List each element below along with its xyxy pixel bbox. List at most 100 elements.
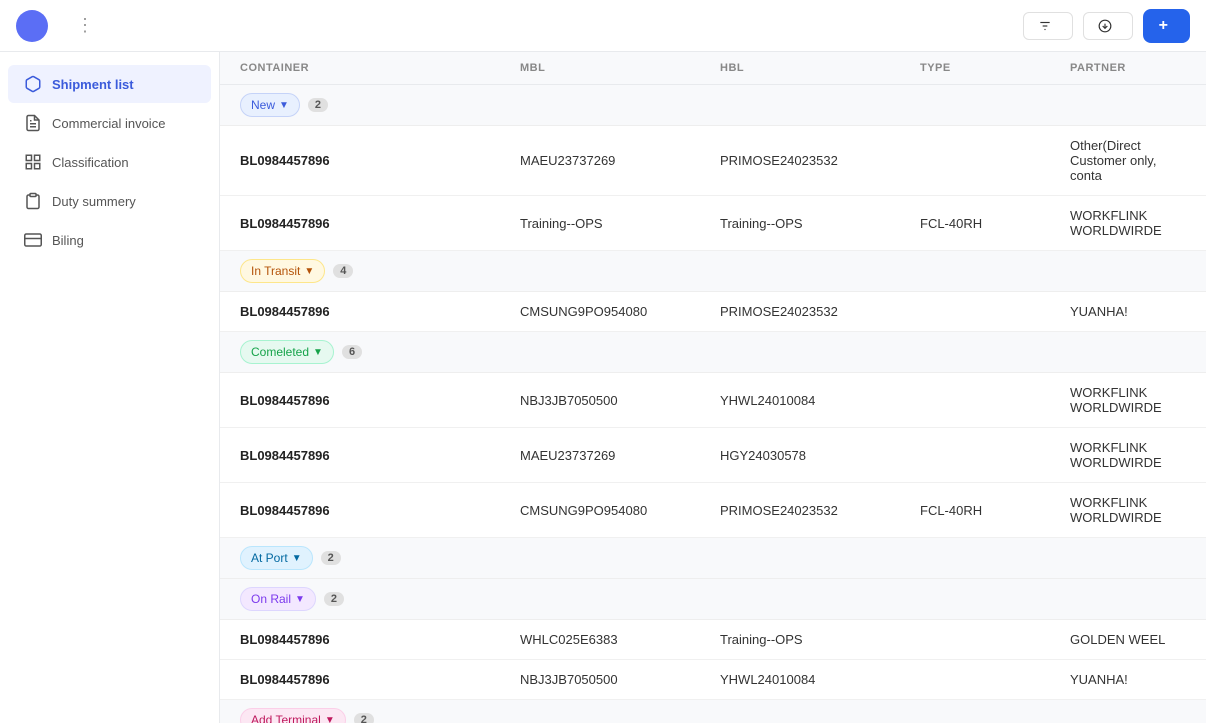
sidebar-item-label: Classification	[52, 155, 129, 170]
hbl-value: Training--OPS	[720, 632, 920, 647]
partner-value: YUANHA!	[1070, 672, 1186, 687]
chevron-icon: ▼	[304, 266, 314, 277]
container-id: BL0984457896	[240, 216, 520, 231]
status-group-add-terminal: Add Terminal ▼ 2	[220, 700, 1206, 723]
group-count: 2	[308, 98, 328, 112]
table-body: New ▼ 2 BL0984457896 MAEU23737269 PRIMOSE…	[220, 85, 1206, 723]
badge-add-terminal[interactable]: Add Terminal ▼	[240, 708, 346, 723]
chevron-icon: ▼	[325, 715, 335, 723]
chevron-icon: ▼	[292, 553, 302, 564]
status-group-on-rail: On Rail ▼ 2	[220, 579, 1206, 620]
badge-on-rail[interactable]: On Rail ▼	[240, 587, 316, 611]
partner-value: WORKFLINK WORLDWIRDE	[1070, 440, 1186, 470]
filters-button[interactable]	[1023, 12, 1073, 40]
table-container: CONTAINER MBL HBL TYPE PARTNER New ▼ 2 BL…	[220, 52, 1206, 723]
main-layout: Shipment list Commercial invoice Classif…	[0, 52, 1206, 723]
sidebar-item-classification[interactable]: Classification	[8, 143, 211, 181]
top-header: ⋮ +	[0, 0, 1206, 52]
status-group-in-transit: In Transit ▼ 4	[220, 251, 1206, 292]
table-header: CONTAINER MBL HBL TYPE PARTNER	[220, 52, 1206, 85]
mbl-value: CMSUNG9PO954080	[520, 304, 720, 319]
badge-in-transit[interactable]: In Transit ▼	[240, 259, 325, 283]
sidebar-item-label: Commercial invoice	[52, 116, 165, 131]
table-row[interactable]: BL0984457896 NBJ3JB7050500 YHWL24010084 …	[220, 660, 1206, 700]
header-left: ⋮	[16, 10, 94, 42]
hbl-value: YHWL24010084	[720, 672, 920, 687]
type-value: FCL-40RH	[920, 216, 1070, 231]
filter-icon	[1038, 19, 1052, 33]
hbl-value: YHWL24010084	[720, 393, 920, 408]
grid-icon	[24, 153, 42, 171]
type-value: FCL-40RH	[920, 503, 1070, 518]
col-partner: PARTNER	[1070, 62, 1186, 74]
chevron-icon: ▼	[279, 100, 289, 111]
status-group-at-port: At Port ▼ 2	[220, 538, 1206, 579]
user-avatar	[16, 10, 48, 42]
sidebar-item-billing[interactable]: Biling	[8, 221, 211, 259]
sidebar-item-label: Biling	[52, 233, 84, 248]
content-area: CONTAINER MBL HBL TYPE PARTNER New ▼ 2 BL…	[220, 52, 1206, 723]
status-group-completed: Comeleted ▼ 6	[220, 332, 1206, 373]
mbl-value: WHLC025E6383	[520, 632, 720, 647]
sidebar-item-commercial-invoice[interactable]: Commercial invoice	[8, 104, 211, 142]
table-row[interactable]: BL0984457896 CMSUNG9PO954080 PRIMOSE2402…	[220, 292, 1206, 332]
export-button[interactable]	[1083, 12, 1133, 40]
group-count: 2	[324, 592, 344, 606]
partner-value: WORKFLINK WORLDWIRDE	[1070, 385, 1186, 415]
container-id: BL0984457896	[240, 632, 520, 647]
container-id: BL0984457896	[240, 448, 520, 463]
partner-value: WORKFLINK WORLDWIRDE	[1070, 495, 1186, 525]
col-hbl: HBL	[720, 62, 920, 74]
file-text-icon	[24, 114, 42, 132]
new-shipment-button[interactable]: +	[1143, 9, 1190, 43]
hbl-value: HGY24030578	[720, 448, 920, 463]
partner-value: YUANHA!	[1070, 304, 1186, 319]
col-type: TYPE	[920, 62, 1070, 74]
credit-card-icon	[24, 231, 42, 249]
group-count: 4	[333, 264, 353, 278]
container-id: BL0984457896	[240, 153, 520, 168]
chevron-icon: ▼	[313, 347, 323, 358]
mbl-value: CMSUNG9PO954080	[520, 503, 720, 518]
sidebar: Shipment list Commercial invoice Classif…	[0, 52, 220, 723]
plus-icon: +	[1159, 17, 1168, 35]
table-row[interactable]: BL0984457896 MAEU23737269 HGY24030578 WO…	[220, 428, 1206, 483]
header-right: +	[1023, 9, 1190, 43]
export-icon	[1098, 19, 1112, 33]
hbl-value: PRIMOSE24023532	[720, 503, 920, 518]
sidebar-item-label: Shipment list	[52, 77, 134, 92]
mbl-value: MAEU23737269	[520, 448, 720, 463]
sidebar-item-shipment-list[interactable]: Shipment list	[8, 65, 211, 103]
mbl-value: NBJ3JB7050500	[520, 672, 720, 687]
container-id: BL0984457896	[240, 503, 520, 518]
badge-completed[interactable]: Comeleted ▼	[240, 340, 334, 364]
layout-toggle-icon[interactable]: ⋮	[76, 15, 94, 36]
badge-new[interactable]: New ▼	[240, 93, 300, 117]
table-row[interactable]: BL0984457896 Training--OPS Training--OPS…	[220, 196, 1206, 251]
clipboard-icon	[24, 192, 42, 210]
container-id: BL0984457896	[240, 672, 520, 687]
partner-value: WORKFLINK WORLDWIRDE	[1070, 208, 1186, 238]
mbl-value: MAEU23737269	[520, 153, 720, 168]
col-container: CONTAINER	[240, 62, 520, 74]
container-id: BL0984457896	[240, 304, 520, 319]
group-count: 6	[342, 345, 362, 359]
group-count: 2	[321, 551, 341, 565]
group-count: 2	[354, 713, 374, 723]
box-icon	[24, 75, 42, 93]
mbl-value: Training--OPS	[520, 216, 720, 231]
sidebar-item-duty-summery[interactable]: Duty summery	[8, 182, 211, 220]
table-row[interactable]: BL0984457896 NBJ3JB7050500 YHWL24010084 …	[220, 373, 1206, 428]
hbl-value: PRIMOSE24023532	[720, 153, 920, 168]
status-group-new: New ▼ 2	[220, 85, 1206, 126]
partner-value: Other(Direct Customer only, conta	[1070, 138, 1186, 183]
hbl-value: Training--OPS	[720, 216, 920, 231]
chevron-icon: ▼	[295, 594, 305, 605]
table-row[interactable]: BL0984457896 CMSUNG9PO954080 PRIMOSE2402…	[220, 483, 1206, 538]
partner-value: GOLDEN WEEL	[1070, 632, 1186, 647]
table-row[interactable]: BL0984457896 MAEU23737269 PRIMOSE2402353…	[220, 126, 1206, 196]
mbl-value: NBJ3JB7050500	[520, 393, 720, 408]
badge-at-port[interactable]: At Port ▼	[240, 546, 313, 570]
col-mbl: MBL	[520, 62, 720, 74]
table-row[interactable]: BL0984457896 WHLC025E6383 Training--OPS …	[220, 620, 1206, 660]
